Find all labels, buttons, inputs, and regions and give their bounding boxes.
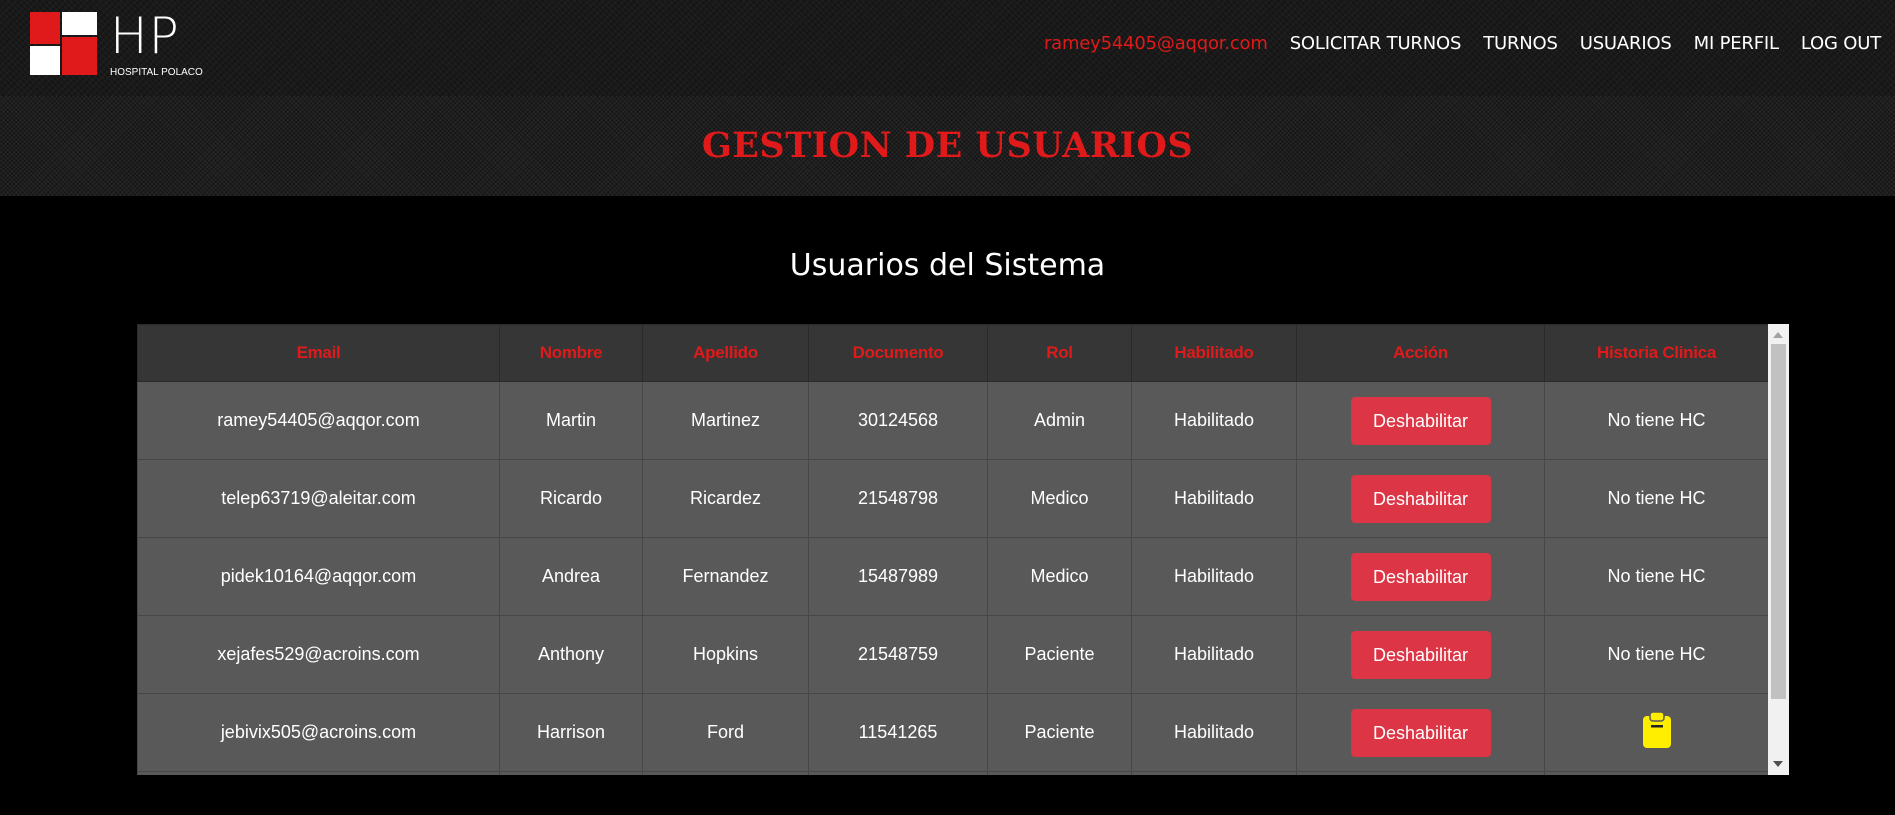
cell-historia-clinica: No tiene HC — [1544, 537, 1769, 616]
deshabilitar-button[interactable]: Deshabilitar — [1350, 630, 1491, 679]
deshabilitar-button[interactable]: Deshabilitar — [1350, 708, 1491, 757]
table-row — [137, 771, 1769, 775]
cell-documento: 11541265 — [808, 693, 988, 772]
cell-email: xejafes529@acroins.com — [137, 615, 500, 694]
cell-apellido: Hopkins — [642, 615, 809, 694]
cell-email: ramey54405@aqqor.com — [137, 381, 500, 460]
header-nombre: Nombre — [499, 324, 643, 382]
cell-documento: 21548759 — [808, 615, 988, 694]
table-row: telep63719@aleitar.com Ricardo Ricardez … — [137, 459, 1769, 538]
header-historia-clinica: Historia Clinica — [1544, 324, 1769, 382]
main-nav: ramey54405@aqqor.com SOLICITAR TURNOS TU… — [1022, 33, 1881, 54]
cell-nombre: Andrea — [499, 537, 643, 616]
cell-rol: Admin — [987, 381, 1132, 460]
cell-habilitado: Habilitado — [1131, 693, 1297, 772]
cell-accion: Deshabilitar — [1296, 537, 1545, 616]
header-rol: Rol — [987, 324, 1132, 382]
page-title: GESTION DE USUARIOS — [701, 125, 1194, 166]
logo-letters: HP — [110, 7, 180, 65]
header-email: Email — [137, 324, 500, 382]
logo-squares — [30, 12, 97, 75]
cell-nombre: Anthony — [499, 615, 643, 694]
users-table: Email Nombre Apellido Documento Rol Habi… — [137, 324, 1769, 775]
cell-habilitado: Habilitado — [1131, 615, 1297, 694]
cell-email: telep63719@aleitar.com — [137, 459, 500, 538]
cell-apellido: Fernandez — [642, 537, 809, 616]
cell-accion: Deshabilitar — [1296, 459, 1545, 538]
cell-historia-clinica: No tiene HC — [1544, 381, 1769, 460]
header-apellido: Apellido — [642, 324, 809, 382]
cell-rol: Paciente — [987, 615, 1132, 694]
table-row: jebivix505@acroins.com Harrison Ford 115… — [137, 693, 1769, 772]
header-documento: Documento — [808, 324, 988, 382]
cell-rol: Paciente — [987, 693, 1132, 772]
cell-apellido: Ricardez — [642, 459, 809, 538]
deshabilitar-button[interactable]: Deshabilitar — [1350, 474, 1491, 523]
nav-log-out[interactable]: LOG OUT — [1801, 33, 1881, 54]
cell-documento: 30124568 — [808, 381, 988, 460]
cell-habilitado: Habilitado — [1131, 381, 1297, 460]
scroll-down-icon[interactable] — [1773, 761, 1783, 767]
nav-mi-perfil[interactable]: MI PERFIL — [1694, 33, 1779, 54]
table-row: xejafes529@acroins.com Anthony Hopkins 2… — [137, 615, 1769, 694]
cell-rol: Medico — [987, 459, 1132, 538]
scroll-up-icon[interactable] — [1773, 332, 1783, 338]
cell-nombre: Harrison — [499, 693, 643, 772]
table-header-row: Email Nombre Apellido Documento Rol Habi… — [137, 324, 1769, 382]
cell-accion: Deshabilitar — [1296, 693, 1545, 772]
cell-nombre: Martin — [499, 381, 643, 460]
cell-accion: Deshabilitar — [1296, 615, 1545, 694]
cell-apellido: Ford — [642, 693, 809, 772]
deshabilitar-button[interactable]: Deshabilitar — [1350, 552, 1491, 601]
navbar: HP HOSPITAL POLACO ramey54405@aqqor.com … — [0, 0, 1895, 96]
cell-apellido: Martinez — [642, 381, 809, 460]
cell-habilitado: Habilitado — [1131, 537, 1297, 616]
header-accion: Acción — [1296, 324, 1545, 382]
cell-historia-clinica: No tiene HC — [1544, 615, 1769, 694]
cell-historia-clinica: No tiene HC — [1544, 459, 1769, 538]
title-band: GESTION DE USUARIOS — [0, 96, 1895, 196]
cell-accion: Deshabilitar — [1296, 381, 1545, 460]
header-habilitado: Habilitado — [1131, 324, 1297, 382]
cell-rol: Medico — [987, 537, 1132, 616]
clipboard-icon[interactable] — [1642, 711, 1672, 754]
cell-email: pidek10164@aqqor.com — [137, 537, 500, 616]
nav-user-email[interactable]: ramey54405@aqqor.com — [1044, 33, 1268, 54]
cell-documento: 21548798 — [808, 459, 988, 538]
users-table-container[interactable]: Email Nombre Apellido Documento Rol Habi… — [137, 324, 1789, 775]
logo-subtitle: HOSPITAL POLACO — [110, 67, 203, 78]
scrollbar-thumb[interactable] — [1771, 344, 1786, 699]
section-title: Usuarios del Sistema — [789, 248, 1106, 283]
table-scrollbar[interactable] — [1768, 324, 1789, 775]
cell-historia-clinica — [1544, 693, 1769, 772]
table-row: ramey54405@aqqor.com Martin Martinez 301… — [137, 381, 1769, 460]
table-row: pidek10164@aqqor.com Andrea Fernandez 15… — [137, 537, 1769, 616]
nav-usuarios[interactable]: USUARIOS — [1580, 33, 1672, 54]
cell-nombre: Ricardo — [499, 459, 643, 538]
cell-documento: 15487989 — [808, 537, 988, 616]
hospital-logo[interactable]: HP HOSPITAL POLACO — [30, 8, 203, 78]
cell-email: jebivix505@acroins.com — [137, 693, 500, 772]
deshabilitar-button[interactable]: Deshabilitar — [1350, 396, 1491, 445]
nav-turnos[interactable]: TURNOS — [1483, 33, 1558, 54]
cell-habilitado: Habilitado — [1131, 459, 1297, 538]
nav-solicitar-turnos[interactable]: SOLICITAR TURNOS — [1290, 33, 1462, 54]
